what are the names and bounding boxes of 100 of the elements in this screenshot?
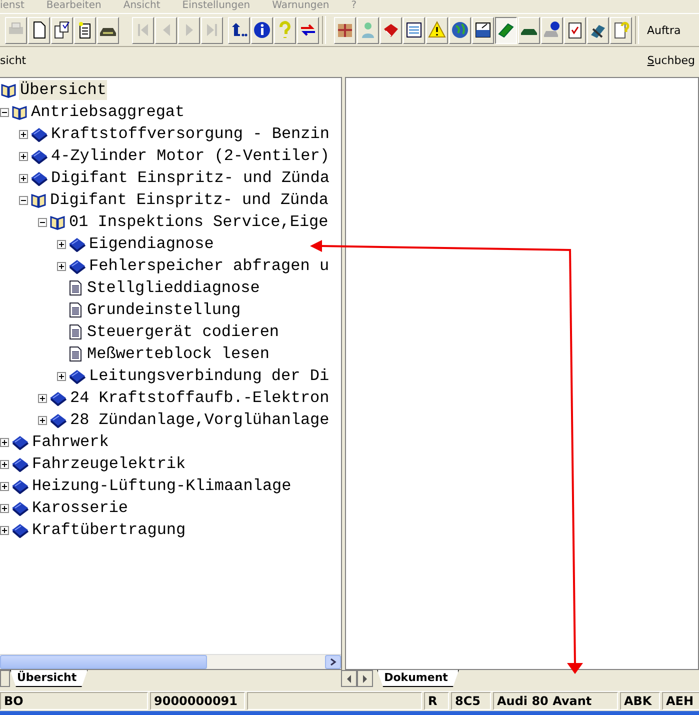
window-icon: [476, 22, 490, 38]
book-icon: [68, 258, 86, 274]
tree-item[interactable]: Digifant Einspritz- und Zünda: [49, 190, 330, 210]
expand-icon[interactable]: [57, 240, 66, 248]
tree-item[interactable]: Grundeinstellung: [86, 300, 242, 320]
tree-item[interactable]: Stellglieddiagnose: [86, 278, 261, 298]
tree-item[interactable]: 4-Zylinder Motor (2-Ventiler): [50, 146, 330, 166]
tree-item[interactable]: Fahrzeugelektrik: [31, 454, 187, 474]
clipboard-check-icon: [568, 22, 582, 38]
printer-icon: [9, 22, 23, 34]
document-icon: [34, 22, 46, 38]
help-document-icon: [614, 22, 630, 38]
expand-icon[interactable]: [19, 130, 28, 138]
open-book-icon: [0, 82, 17, 98]
tree-item[interactable]: Kraftstoffversorgung - Benzin: [50, 124, 330, 144]
horizontal-scrollbar[interactable]: [0, 654, 341, 669]
question-icon: [279, 21, 290, 40]
tab[interactable]: Übersicht: [10, 670, 88, 687]
tree-item[interactable]: Kraftübertragung: [31, 520, 187, 540]
book-icon: [11, 456, 29, 472]
status-field: ABK: [620, 692, 660, 710]
tree-item[interactable]: Leitungsverbindung der Di: [88, 366, 330, 386]
book-icon: [384, 24, 398, 37]
expand-icon[interactable]: [0, 460, 9, 468]
expand-icon[interactable]: [19, 174, 28, 182]
tree-item[interactable]: Karosserie: [31, 498, 130, 518]
tree-item[interactable]: 24 Kraftstoffaufb.-Elektron: [69, 388, 330, 408]
globe-icon: [452, 22, 468, 38]
status-field: R: [424, 692, 449, 710]
page-icon: [68, 346, 82, 362]
triangle-right-icon: [186, 24, 193, 36]
triangle-left-icon: [163, 24, 170, 36]
tree-item[interactable]: Antriebsaggregat: [30, 102, 186, 122]
tree-item[interactable]: Steuergerät codieren: [86, 322, 280, 342]
panel-title: sicht: [0, 54, 26, 66]
search-label: Suchbeg: [647, 54, 695, 66]
book-icon: [49, 412, 67, 428]
list-icon: [406, 22, 422, 38]
tree-item[interactable]: Digifant Einspritz- und Zünda: [50, 168, 330, 188]
notepad-icon: [79, 22, 90, 38]
collapse-icon[interactable]: [38, 218, 47, 226]
collapse-icon[interactable]: [19, 196, 28, 204]
book-icon: [11, 500, 29, 516]
status-field: AEH: [662, 692, 699, 710]
warning-icon: [428, 20, 446, 38]
tree-item[interactable]: Übersicht: [19, 80, 108, 100]
block-icon: [498, 23, 514, 38]
tree-item[interactable]: Eigendiagnose: [88, 234, 215, 254]
page-icon: [68, 324, 82, 340]
tree-item[interactable]: 28 Zündanlage,Vorglühanlage: [69, 410, 330, 430]
book-icon: [11, 434, 29, 450]
tree-item[interactable]: Meßwerteblock lesen: [86, 344, 270, 364]
return-arrow-icon: [232, 23, 248, 36]
person-icon: [362, 22, 374, 38]
tree-item[interactable]: Fahrwerk: [31, 432, 110, 452]
tree-item[interactable]: Heizung-Lüftung-Klimaanlage: [31, 476, 292, 496]
open-book-icon: [11, 104, 28, 120]
scrollbar-thumb[interactable]: [0, 655, 207, 669]
tree-item[interactable]: Fehlerspeicher abfragen u: [88, 256, 330, 276]
chevron-right-icon: [329, 658, 337, 666]
book-icon: [68, 368, 86, 384]
collapse-icon[interactable]: [0, 108, 9, 116]
page-icon: [68, 302, 82, 318]
open-book-icon: [30, 192, 47, 208]
expand-icon[interactable]: [0, 482, 9, 490]
page-icon: [68, 280, 82, 296]
triangle-right-icon: [362, 674, 368, 682]
tab-scroll-right-button[interactable]: [357, 670, 374, 687]
status-field: BO: [0, 692, 148, 710]
book-icon: [30, 148, 48, 164]
status-field: 9000000091: [150, 692, 245, 710]
tab-scroll-button[interactable]: [0, 670, 10, 687]
book-icon: [68, 236, 86, 252]
book-icon: [49, 390, 67, 406]
expand-icon[interactable]: [38, 394, 47, 402]
triangle-left-icon: [346, 674, 352, 682]
status-field: 8C5: [451, 692, 491, 710]
tab[interactable]: Dokument: [377, 670, 459, 687]
expand-icon[interactable]: [19, 152, 28, 160]
swap-arrows-icon: [300, 24, 316, 36]
expand-icon[interactable]: [0, 504, 9, 512]
status-field: Audi 80 Avant: [493, 692, 618, 710]
document-check-icon: [54, 22, 70, 38]
tree-item[interactable]: 01 Inspektions Service,Eige: [68, 212, 330, 232]
expand-icon[interactable]: [38, 416, 47, 424]
book-icon: [30, 126, 48, 142]
skip-start-icon: [138, 24, 148, 36]
expand-icon[interactable]: [57, 372, 66, 380]
expand-icon[interactable]: [57, 262, 66, 270]
book-icon: [30, 170, 48, 186]
book-icon: [11, 522, 29, 538]
tab-scroll-left-button[interactable]: [341, 670, 358, 687]
expand-icon[interactable]: [0, 438, 9, 446]
info-icon: [254, 22, 270, 38]
book-icon: [11, 478, 29, 494]
open-book-icon: [49, 214, 66, 230]
skip-end-icon: [207, 24, 217, 36]
toolbar-label: Auftra: [647, 24, 681, 36]
expand-icon[interactable]: [0, 526, 9, 534]
package-icon: [337, 23, 353, 38]
